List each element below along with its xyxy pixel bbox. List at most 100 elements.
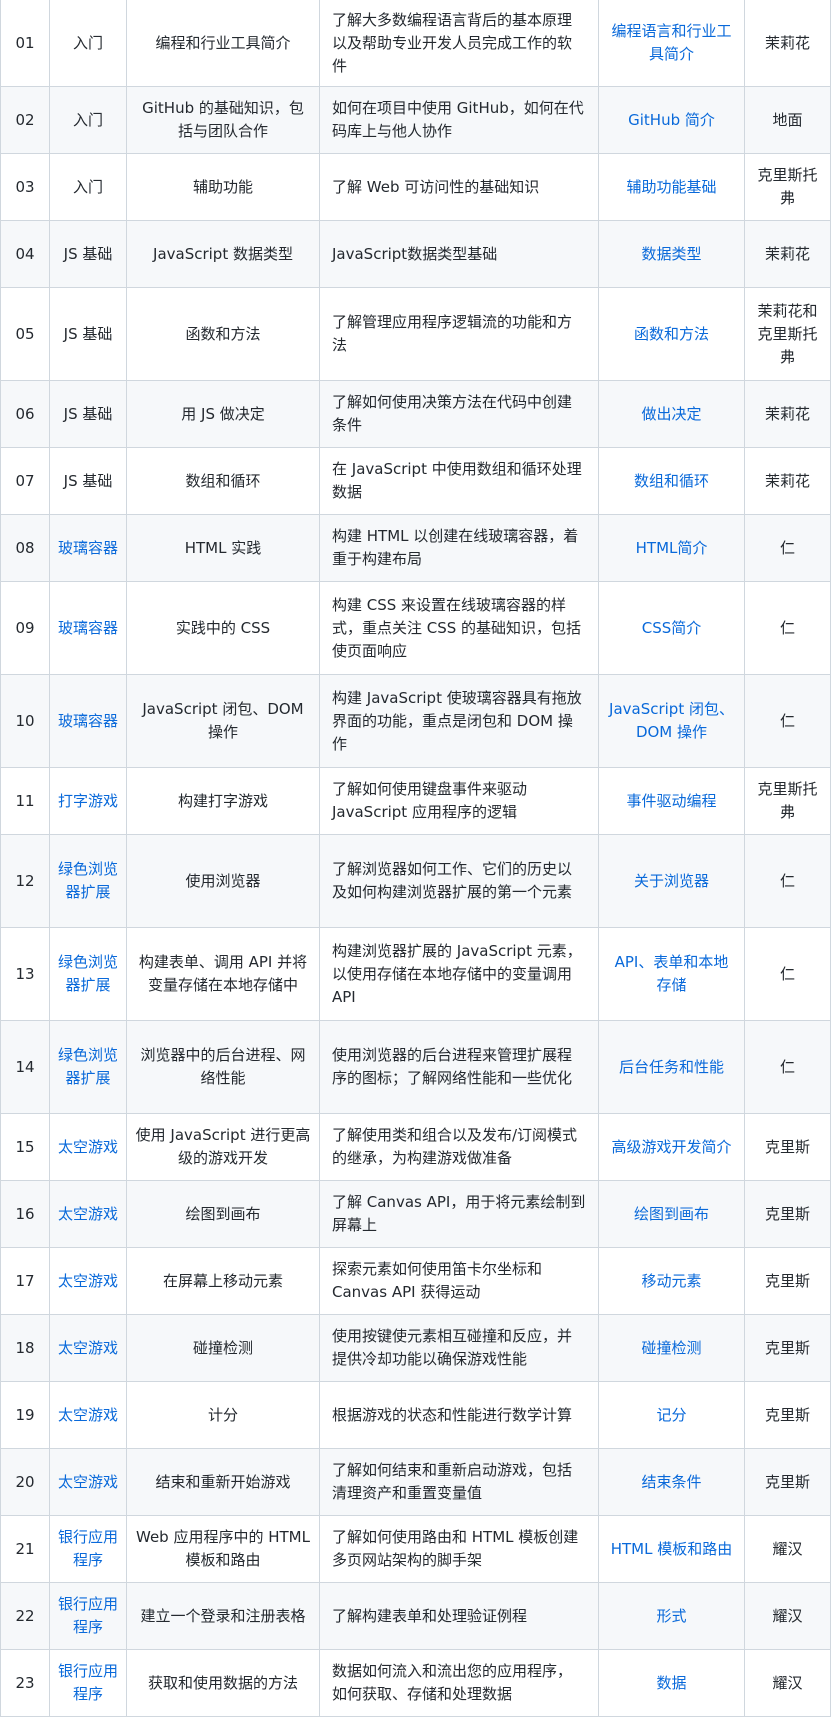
- table-row: 12 绿色浏览器扩展 使用浏览器 了解浏览器如何工作、它们的历史以及如何构建浏览器扩展…: [0, 834, 831, 928]
- num-text: 14: [15, 1057, 35, 1076]
- lesson-link[interactable]: 移动元素: [641, 1272, 701, 1290]
- lesson-link[interactable]: 做出决定: [641, 405, 701, 423]
- row-number-cell: 18: [0, 1314, 50, 1382]
- category-cell: 绿色浏览器扩展: [49, 927, 127, 1021]
- description-cell: 使用按键使元素相互碰撞和反应，并提供冷却功能以确保游戏性能: [319, 1314, 599, 1382]
- lesson-link[interactable]: 记分: [656, 1406, 686, 1424]
- author-text: 耀汉: [772, 1539, 803, 1558]
- description-text: 了解构建表单和处理验证例程: [332, 1606, 528, 1625]
- row-number-cell: 15: [0, 1113, 50, 1181]
- description-text: 了解 Web 可访问性的基础知识: [332, 177, 540, 196]
- category-cell: 太空游戏: [49, 1180, 127, 1248]
- topic-cell: 浏览器中的后台进程、网络性能: [126, 1020, 320, 1114]
- lesson-link[interactable]: JavaScript 闭包、DOM 操作: [609, 700, 734, 741]
- description-cell: 了解如何使用路由和 HTML 模板创建多页网站架构的脚手架: [319, 1515, 599, 1583]
- description-cell: 了解 Canvas API，用于将元素绘制到屏幕上: [319, 1180, 599, 1248]
- lesson-link-cell: 数据类型: [598, 220, 745, 288]
- lesson-link[interactable]: HTML简介: [636, 539, 708, 557]
- author-cell: 耀汉: [744, 1582, 831, 1650]
- lesson-link[interactable]: API、表单和本地存储: [615, 953, 729, 994]
- lesson-link[interactable]: 编程语言和行业工具简介: [611, 22, 731, 63]
- num-text: 04: [15, 244, 35, 263]
- category-link[interactable]: 绿色浏览器扩展: [58, 953, 118, 994]
- description-cell: 了解大多数编程语言背后的基本原理以及帮助专业开发人员完成工作的软件: [319, 0, 599, 87]
- table-row: 16 太空游戏 绘图到画布 了解 Canvas API，用于将元素绘制到屏幕上 绘图到画…: [0, 1180, 831, 1248]
- lesson-link[interactable]: 数组和循环: [634, 472, 709, 490]
- lesson-link[interactable]: 碰撞检测: [641, 1339, 701, 1357]
- description-text: 在 JavaScript 中使用数组和循环处理数据: [332, 460, 582, 501]
- topic-text: 数组和循环: [185, 471, 261, 490]
- topic-cell: 编程和行业工具简介: [126, 0, 320, 87]
- category-cell: 绿色浏览器扩展: [49, 1020, 127, 1114]
- topic-text: 计分: [207, 1405, 238, 1424]
- category-cell: JS 基础: [49, 287, 127, 381]
- category-cell: 太空游戏: [49, 1247, 127, 1315]
- num-text: 02: [15, 110, 35, 129]
- description-text: JavaScript数据类型基础: [332, 244, 498, 263]
- table-row: 04 JS 基础 JavaScript 数据类型 JavaScript数据类型基础 数据…: [0, 220, 831, 288]
- topic-text: 在屏幕上移动元素: [162, 1271, 283, 1290]
- table-row: 08 玻璃容器 HTML 实践 构建 HTML 以创建在线玻璃容器，着重于构建布局 HT…: [0, 514, 831, 582]
- lesson-link[interactable]: GitHub 简介: [628, 111, 715, 129]
- category-link[interactable]: 太空游戏: [58, 1138, 118, 1156]
- description-text: 构建 HTML 以创建在线玻璃容器，着重于构建布局: [332, 527, 579, 568]
- lesson-link[interactable]: 绘图到画布: [634, 1205, 709, 1223]
- topic-text: JavaScript 数据类型: [153, 244, 293, 263]
- description-cell: JavaScript数据类型基础: [319, 220, 599, 288]
- category-text: JS 基础: [63, 244, 113, 263]
- description-cell: 构建 JavaScript 使玻璃容器具有拖放界面的功能，重点是闭包和 DOM …: [319, 674, 599, 768]
- lesson-link[interactable]: 结束条件: [641, 1473, 701, 1491]
- lesson-link-cell: 形式: [598, 1582, 745, 1650]
- table-body: 01 入门 编程和行业工具简介 了解大多数编程语言背后的基本原理以及帮助专业开发人员完…: [0, 0, 831, 1717]
- topic-text: HTML 实践: [184, 538, 262, 557]
- row-number-cell: 12: [0, 834, 50, 928]
- author-text: 克里斯: [764, 1405, 810, 1424]
- category-link[interactable]: 绿色浏览器扩展: [58, 1046, 118, 1087]
- topic-cell: 使用浏览器: [126, 834, 320, 928]
- category-link[interactable]: 太空游戏: [58, 1272, 118, 1290]
- category-link[interactable]: 太空游戏: [58, 1406, 118, 1424]
- topic-cell: 实践中的 CSS: [126, 581, 320, 675]
- lesson-link[interactable]: 数据类型: [641, 245, 701, 263]
- description-text: 了解 Canvas API，用于将元素绘制到屏幕上: [332, 1193, 586, 1234]
- topic-text: 函数和方法: [185, 324, 261, 343]
- table-row: 13 绿色浏览器扩展 构建表单、调用 API 并将变量存储在本地存储中 构建浏览器扩展…: [0, 927, 831, 1021]
- category-link[interactable]: 玻璃容器: [58, 712, 118, 730]
- lesson-link[interactable]: 后台任务和性能: [619, 1058, 724, 1076]
- author-text: 茉莉花和克里斯托弗: [757, 301, 818, 366]
- row-number-cell: 23: [0, 1649, 50, 1717]
- category-link[interactable]: 绿色浏览器扩展: [58, 860, 118, 901]
- table-row: 07 JS 基础 数组和循环 在 JavaScript 中使用数组和循环处理数据 数组和…: [0, 447, 831, 515]
- lesson-link[interactable]: CSS简介: [642, 619, 702, 637]
- category-link[interactable]: 银行应用程序: [58, 1528, 118, 1569]
- lesson-link[interactable]: 关于浏览器: [634, 872, 709, 890]
- row-number-cell: 22: [0, 1582, 50, 1650]
- category-link[interactable]: 太空游戏: [58, 1339, 118, 1357]
- lesson-link[interactable]: 事件驱动编程: [626, 792, 716, 810]
- category-link[interactable]: 玻璃容器: [58, 539, 118, 557]
- category-link[interactable]: 银行应用程序: [58, 1662, 118, 1703]
- row-number-cell: 21: [0, 1515, 50, 1583]
- lesson-link-cell: 后台任务和性能: [598, 1020, 745, 1114]
- category-link[interactable]: 太空游戏: [58, 1473, 118, 1491]
- topic-cell: Web 应用程序中的 HTML 模板和路由: [126, 1515, 320, 1583]
- author-cell: 耀汉: [744, 1649, 831, 1717]
- lesson-link[interactable]: 辅助功能基础: [626, 178, 716, 196]
- category-link[interactable]: 银行应用程序: [58, 1595, 118, 1636]
- lesson-link[interactable]: 形式: [656, 1607, 686, 1625]
- lesson-link-cell: HTML 模板和路由: [598, 1515, 745, 1583]
- author-cell: 茉莉花: [744, 447, 831, 515]
- num-text: 01: [15, 33, 35, 52]
- category-link[interactable]: 打字游戏: [58, 792, 118, 810]
- category-link[interactable]: 玻璃容器: [58, 619, 118, 637]
- row-number-cell: 06: [0, 380, 50, 448]
- lesson-link[interactable]: 数据: [656, 1674, 686, 1692]
- lesson-link[interactable]: 函数和方法: [634, 325, 709, 343]
- lesson-link[interactable]: 高级游戏开发简介: [611, 1138, 731, 1156]
- topic-cell: 数组和循环: [126, 447, 320, 515]
- category-cell: 银行应用程序: [49, 1649, 127, 1717]
- category-link[interactable]: 太空游戏: [58, 1205, 118, 1223]
- lesson-link[interactable]: HTML 模板和路由: [611, 1540, 733, 1558]
- category-cell: 玻璃容器: [49, 581, 127, 675]
- description-cell: 使用浏览器的后台进程来管理扩展程序的图标；了解网络性能和一些优化: [319, 1020, 599, 1114]
